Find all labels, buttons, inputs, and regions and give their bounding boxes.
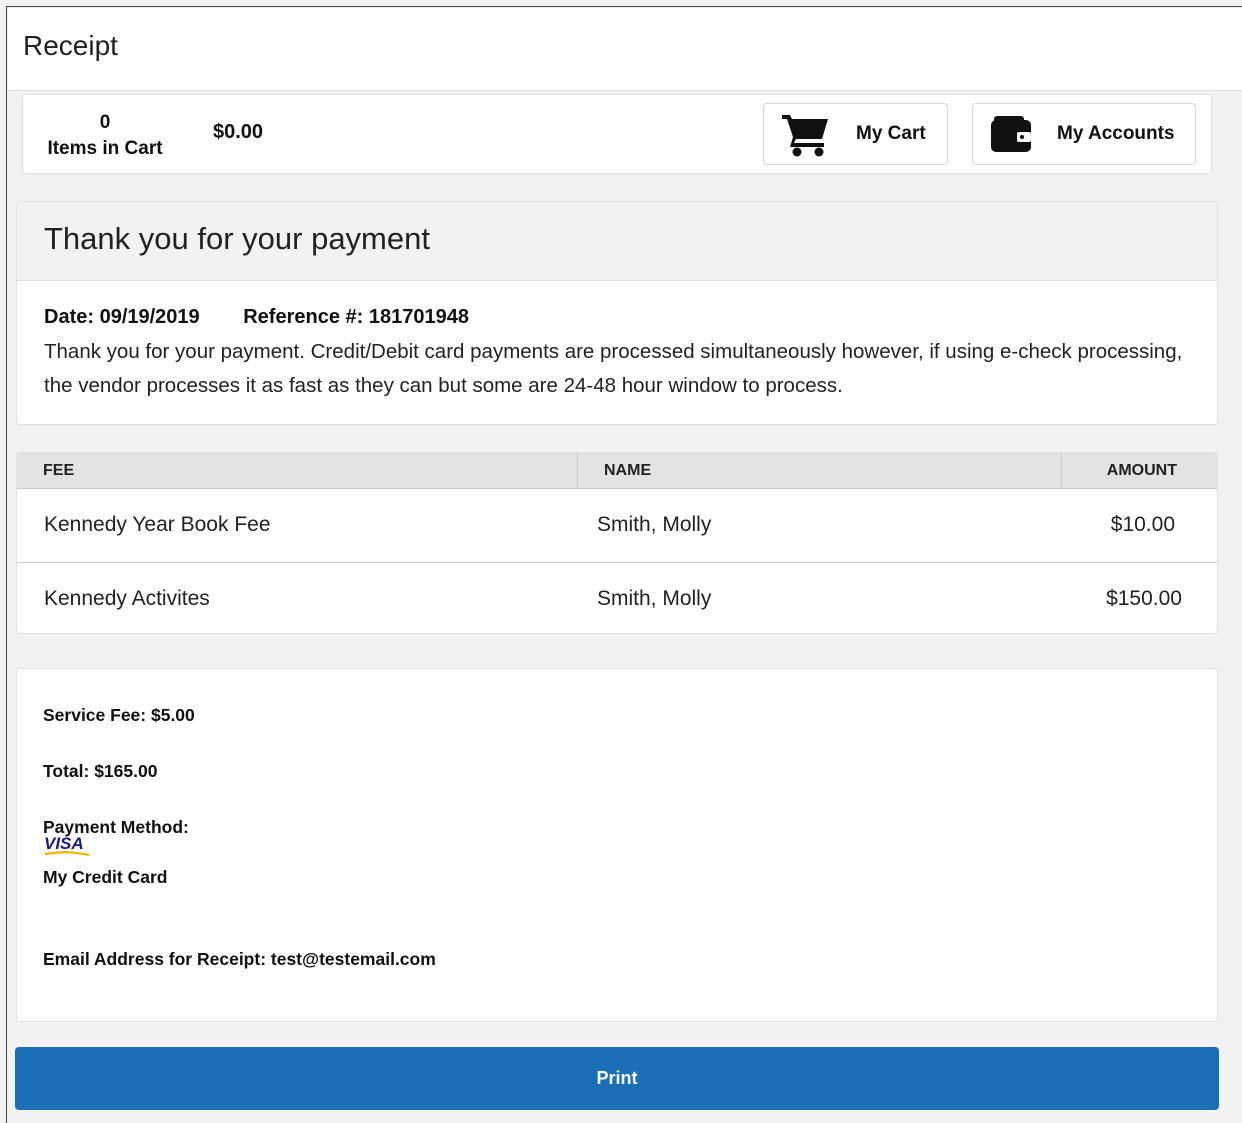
- fee-cell: Kennedy Activites: [44, 587, 210, 610]
- fees-table: FEE NAME AMOUNT Kennedy Year Book Fee Sm…: [16, 452, 1218, 634]
- column-divider: [577, 453, 578, 488]
- items-in-cart: 0 Items in Cart: [37, 110, 173, 162]
- cart-count: 0: [99, 112, 111, 133]
- name-cell: Smith, Molly: [597, 513, 712, 536]
- my-accounts-label: My Accounts: [1057, 123, 1175, 144]
- confirmation-panel: Thank you for your payment Date: 09/19/2…: [16, 201, 1218, 425]
- confirmation-heading: Thank you for your payment: [44, 221, 430, 256]
- cart-items-label: Items in Cart: [47, 138, 163, 159]
- column-header-fee[interactable]: FEE: [43, 462, 74, 480]
- my-cart-label: My Cart: [856, 123, 926, 144]
- confirmation-header: Thank you for your payment: [17, 202, 1217, 281]
- my-accounts-button[interactable]: My Accounts: [972, 103, 1196, 165]
- amount-cell: $150.00: [1106, 587, 1182, 610]
- visa-logo-text: VISA: [44, 834, 84, 853]
- total-amount: Total: $165.00: [43, 761, 158, 781]
- table-header: FEE NAME AMOUNT: [17, 453, 1217, 489]
- receipt-email: Email Address for Receipt: test@testemai…: [43, 949, 436, 969]
- receipt-reference: Reference #: 181701948: [243, 306, 469, 328]
- payment-summary-panel: Service Fee: $5.00 Total: $165.00 Paymen…: [16, 668, 1218, 1022]
- wallet-icon: [991, 116, 1031, 152]
- service-fee: Service Fee: $5.00: [43, 705, 195, 725]
- receipt-meta: Date: 09/19/2019 Reference #: 181701948: [44, 306, 507, 329]
- confirmation-message: Thank you for your payment. Credit/Debit…: [44, 340, 1183, 397]
- card-name: My Credit Card: [43, 867, 168, 887]
- table-row: Kennedy Year Book Fee Smith, Molly $10.0…: [17, 489, 1217, 563]
- cart-total: $0.00: [213, 121, 264, 143]
- column-header-amount[interactable]: AMOUNT: [1107, 462, 1177, 480]
- amount-cell: $10.00: [1110, 513, 1175, 536]
- title-bar: Receipt: [8, 8, 1242, 91]
- column-header-name[interactable]: NAME: [604, 462, 651, 480]
- page-title: Receipt: [23, 30, 118, 61]
- fee-cell: Kennedy Year Book Fee: [44, 513, 271, 536]
- column-divider: [1061, 453, 1062, 488]
- print-button[interactable]: Print: [15, 1047, 1219, 1110]
- table-row: Kennedy Activites Smith, Molly $150.00: [17, 563, 1217, 633]
- visa-logo-icon: VISA: [44, 834, 90, 857]
- cart-icon: [782, 115, 828, 157]
- my-cart-button[interactable]: My Cart: [763, 103, 948, 165]
- receipt-date: Date: 09/19/2019: [44, 306, 200, 328]
- name-cell: Smith, Molly: [597, 587, 712, 610]
- cart-summary-bar: 0 Items in Cart $0.00 My Cart My Account…: [22, 94, 1212, 174]
